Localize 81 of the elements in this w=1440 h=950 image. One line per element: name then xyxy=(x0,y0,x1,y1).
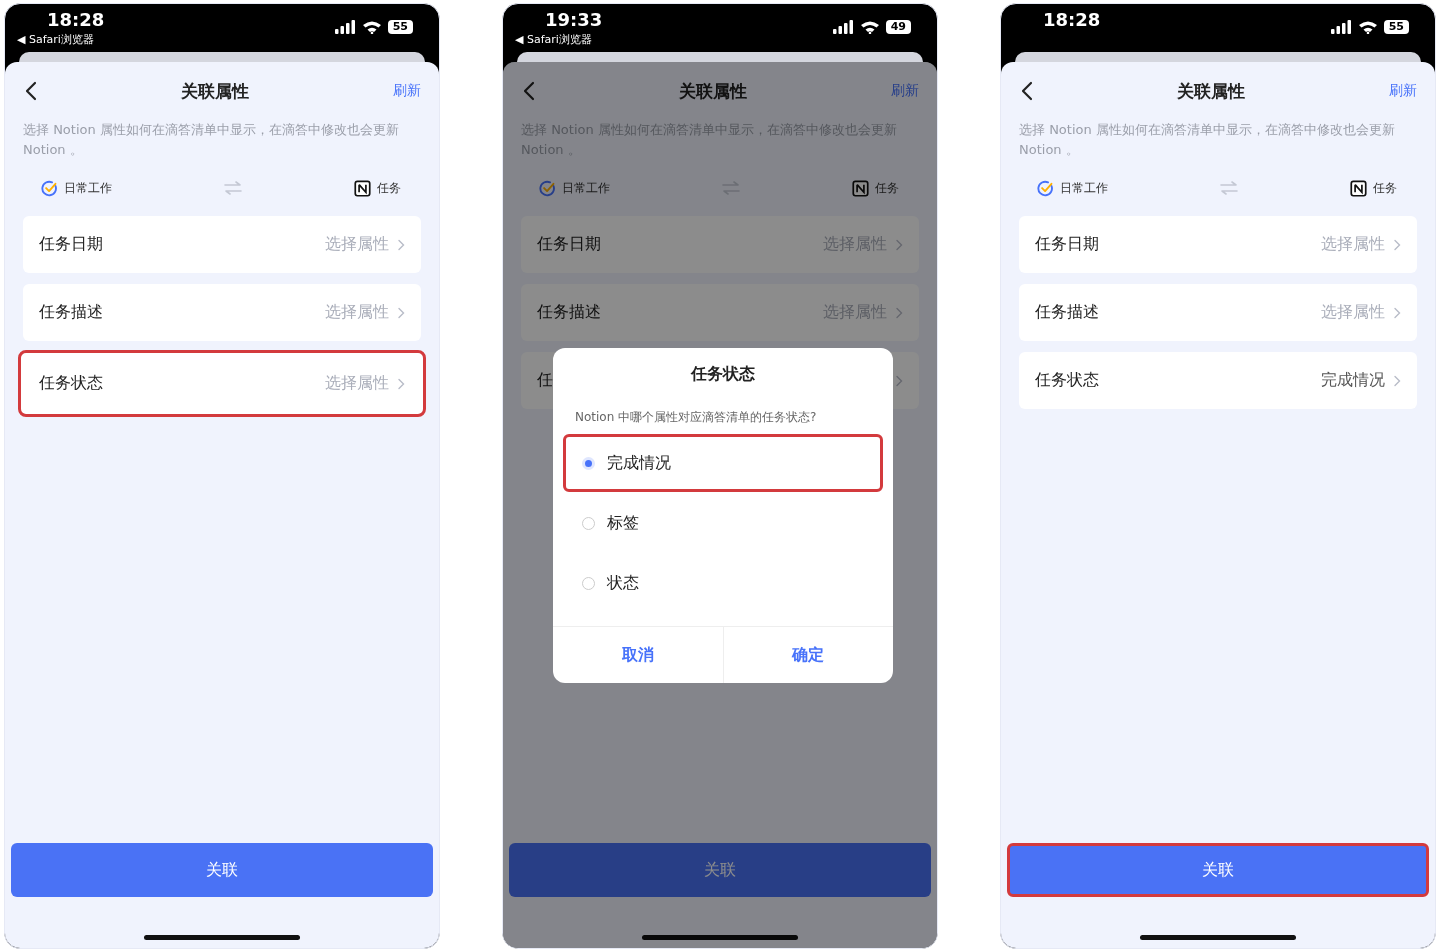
swap-arrows-icon xyxy=(223,181,243,195)
chevron-right-icon xyxy=(397,377,405,390)
property-value: 完成情况 xyxy=(1321,370,1385,391)
battery-indicator: 49 xyxy=(885,20,911,34)
battery-indicator: 55 xyxy=(387,20,413,34)
battery-indicator: 55 xyxy=(1383,20,1409,34)
chevron-right-icon xyxy=(895,374,903,387)
chevron-right-icon xyxy=(397,306,405,319)
dialog-question: Notion 中哪个属性对应滴答清单的任务状态? xyxy=(575,409,818,426)
property-value: 选择属性 xyxy=(325,302,389,323)
property-value: 选择属性 xyxy=(325,234,389,255)
database-name: 任务 xyxy=(377,179,401,197)
property-label: 任务描述 xyxy=(39,302,103,323)
chevron-right-icon xyxy=(1393,238,1401,251)
chevron-right-icon xyxy=(397,238,405,251)
swap-arrows-icon xyxy=(721,181,741,195)
database-name: 任务 xyxy=(1373,179,1397,197)
check-circle-icon xyxy=(1037,179,1054,197)
list-name: 日常工作 xyxy=(64,179,112,197)
list-name: 日常工作 xyxy=(562,179,610,197)
chevron-right-icon xyxy=(1393,374,1401,387)
notion-icon xyxy=(354,179,371,197)
property-label: 任务描述 xyxy=(537,302,601,323)
option-label: 完成情况 xyxy=(607,452,671,474)
property-value: 选择属性 xyxy=(325,373,389,394)
status-time: 18:28 xyxy=(1042,10,1101,30)
page-title: 关联属性 xyxy=(181,79,249,103)
property-label: 任务描述 xyxy=(1035,302,1099,323)
dialog-title: 任务状态 xyxy=(689,364,756,385)
radio-button[interactable] xyxy=(582,456,595,470)
wifi-icon xyxy=(859,20,880,34)
chevron-right-icon xyxy=(895,238,903,251)
radio-option[interactable]: 完成情况 xyxy=(563,434,883,492)
swap-arrows-icon xyxy=(1219,181,1239,195)
link-button[interactable]: 关联 xyxy=(11,843,433,897)
check-circle-icon xyxy=(539,179,556,197)
radio-option[interactable]: 标签 xyxy=(563,494,883,552)
property-label: 任 xyxy=(537,370,553,391)
property-label: 任务状态 xyxy=(1035,370,1099,391)
database-name: 任务 xyxy=(875,179,899,197)
cancel-button[interactable]: 取消 xyxy=(553,627,723,683)
link-button[interactable]: 关联 xyxy=(1007,843,1429,897)
chevron-right-icon xyxy=(895,306,903,319)
property-row[interactable]: 任务日期 选择属性 xyxy=(1019,216,1417,273)
page-title: 关联属性 xyxy=(1177,79,1245,103)
property-label: 任务状态 xyxy=(39,373,103,394)
property-value: 选择属性 xyxy=(1321,234,1385,255)
property-value: 选择属性 xyxy=(1321,302,1385,323)
page-title: 关联属性 xyxy=(679,79,747,103)
list-name: 日常工作 xyxy=(1060,179,1108,197)
check-circle-icon xyxy=(41,179,58,197)
signal-icon xyxy=(333,20,356,34)
wifi-icon xyxy=(361,20,382,34)
property-row[interactable]: 任务描述 选择属性 xyxy=(23,284,421,341)
option-label: 标签 xyxy=(607,512,639,534)
notion-icon xyxy=(1350,179,1367,197)
radio-option[interactable]: 状态 xyxy=(563,554,883,612)
back-icon[interactable] xyxy=(25,81,37,101)
property-row[interactable]: 任务状态 完成情况 xyxy=(1019,352,1417,409)
property-label: 任务日期 xyxy=(537,234,601,255)
notion-icon xyxy=(852,179,869,197)
description-text: 选择 Notion 属性如何在滴答清单中显示，在滴答中修改也会更新 Notion 。 xyxy=(23,121,400,159)
signal-icon xyxy=(831,20,854,34)
confirm-button[interactable]: 确定 xyxy=(722,627,893,683)
refresh-link[interactable]: 刷新 xyxy=(1389,82,1417,100)
property-row[interactable]: 任务日期 选择属性 xyxy=(23,216,421,273)
status-time: 19:33 xyxy=(544,10,603,30)
property-row[interactable]: 任务描述 选择属性 xyxy=(1019,284,1417,341)
property-row[interactable]: 任务状态 选择属性 xyxy=(18,350,426,417)
chevron-right-icon xyxy=(1393,306,1401,319)
description-text: 选择 Notion 属性如何在滴答清单中显示，在滴答中修改也会更新 Notion 。 xyxy=(1019,121,1396,159)
property-label: 任务日期 xyxy=(39,234,103,255)
back-to-app-link[interactable]: ◀ Safari浏览器 xyxy=(515,32,603,48)
refresh-link[interactable]: 刷新 xyxy=(393,82,421,100)
signal-icon xyxy=(1329,20,1352,34)
option-label: 状态 xyxy=(607,572,639,594)
back-icon[interactable] xyxy=(1021,81,1033,101)
property-label: 任务日期 xyxy=(1035,234,1099,255)
back-to-app-link[interactable]: ◀ Safari浏览器 xyxy=(17,32,105,48)
status-time: 18:28 xyxy=(46,10,105,30)
wifi-icon xyxy=(1357,20,1378,34)
